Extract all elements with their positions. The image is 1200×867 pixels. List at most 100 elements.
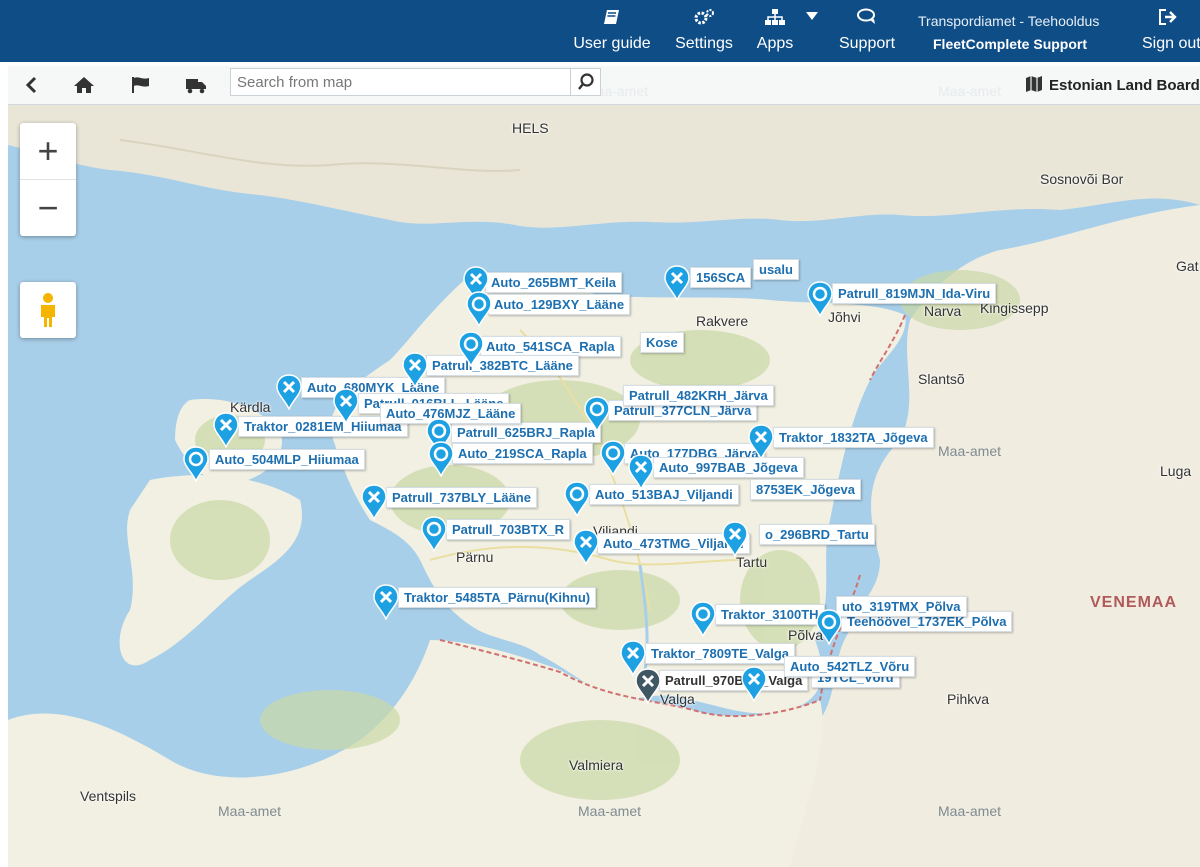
search-button[interactable] — [571, 68, 601, 96]
vehicle-marker-icon[interactable] — [664, 265, 690, 301]
vehicle-label[interactable]: Patrull_819MJN_Ida-Viru — [832, 283, 997, 304]
back-button[interactable] — [18, 72, 44, 98]
vehicle-label[interactable]: Traktor_7809TE_Valga — [645, 643, 796, 664]
nav-support-label: Support — [838, 35, 896, 52]
vehicle-marker-icon[interactable] — [276, 374, 302, 410]
vehicle-marker-icon[interactable] — [690, 601, 716, 637]
zoom-out-button[interactable]: − — [20, 179, 76, 236]
map-watermark: Maa-amet — [938, 443, 1002, 459]
vehicle-label[interactable]: Auto_513BAJ_Viljandi — [589, 484, 739, 505]
vehicle-marker-icon[interactable] — [584, 396, 610, 432]
nav-settings[interactable]: Settings — [668, 0, 740, 62]
country-label: VENEMAA — [1090, 594, 1178, 611]
vehicle-label[interactable]: Traktor_1832TA_Jõgeva — [773, 427, 934, 448]
vehicle-marker-icon[interactable] — [741, 666, 767, 702]
map-canvas[interactable]: HELS Sosnovõi Bor Gat Rakvere Jõhvi Narv… — [8, 66, 1200, 867]
vehicle-label[interactable]: Traktor_5485TA_Pärnu(Kihnu) — [398, 587, 597, 608]
map-watermark: Maa-amet — [938, 803, 1002, 819]
vehicle-label[interactable]: o_296BRD_Tartu — [759, 524, 875, 545]
vehicle-label[interactable]: Auto_265BMT_Keila — [485, 272, 622, 293]
vehicle-marker-icon[interactable] — [722, 521, 748, 557]
map-watermark: Maa-amet — [578, 803, 642, 819]
vehicle-marker-icon[interactable] — [816, 609, 842, 645]
vehicle-marker-icon[interactable] — [600, 440, 626, 476]
home-icon — [74, 77, 94, 93]
place-label: Ventspils — [80, 788, 137, 804]
vehicle-label[interactable]: Auto_219SCA_Rapla — [452, 443, 593, 464]
sign-out-icon — [1159, 9, 1177, 25]
map-layer-selector[interactable]: Estonian Land Board — [1025, 75, 1200, 94]
vehicle-marker-icon[interactable] — [573, 529, 599, 565]
map-icon — [1026, 76, 1042, 92]
vehicles-button[interactable] — [183, 72, 209, 98]
vehicle-marker-icon[interactable] — [635, 668, 661, 704]
vehicle-label[interactable]: Auto_542TLZ_Võru — [784, 656, 916, 677]
vehicle-marker-icon[interactable] — [807, 281, 833, 317]
vehicle-marker-icon[interactable] — [428, 441, 454, 477]
vehicle-marker-icon[interactable] — [373, 584, 399, 620]
map-search-input[interactable] — [230, 68, 571, 96]
vehicle-marker-icon[interactable] — [466, 291, 492, 327]
place-label: HELS — [512, 120, 549, 136]
vehicle-label[interactable]: usalu — [753, 259, 799, 280]
vehicle-label[interactable]: Traktor_3100TH — [715, 604, 825, 625]
vehicle-label[interactable]: Patrull_737BLY_Lääne — [386, 487, 537, 508]
vehicle-label[interactable]: Auto_541SCA_Rapla — [480, 336, 621, 357]
top-navigation-bar: User guide Settings Apps Support Transpo… — [0, 0, 1200, 62]
place-label: Pärnu — [456, 549, 494, 565]
vehicle-label[interactable]: Auto_997BAB_Jõgeva — [653, 457, 804, 478]
vehicle-label[interactable]: Patrull_382BTC_Lääne — [426, 355, 579, 376]
vehicle-marker-icon[interactable] — [333, 388, 359, 424]
chevron-left-icon — [25, 76, 37, 94]
vehicle-marker-icon[interactable] — [183, 446, 209, 482]
organization-name: Transpordiamet - Teehooldus — [918, 13, 1100, 29]
vehicle-label[interactable]: Patrull_482KRH_Järva — [623, 385, 774, 406]
vehicle-label[interactable]: 8753EK_Jõgeva — [750, 479, 862, 500]
street-view-button[interactable] — [20, 282, 76, 338]
vehicle-marker-icon[interactable] — [628, 454, 654, 490]
sitemap-icon — [765, 9, 785, 25]
place-label: Narva — [924, 303, 962, 319]
zoom-in-button[interactable]: + — [20, 123, 76, 179]
vehicle-marker-icon[interactable] — [458, 331, 484, 367]
flag-icon — [132, 77, 149, 93]
vehicle-label[interactable]: Patrull_703BTX_R — [446, 519, 570, 540]
vehicle-marker-icon[interactable] — [402, 352, 428, 388]
gears-icon — [694, 9, 714, 25]
place-label: Pihkva — [947, 691, 990, 707]
nav-user-guide[interactable]: User guide — [566, 0, 658, 62]
nav-settings-label: Settings — [675, 35, 733, 52]
vehicle-label[interactable]: Patrull_625BRJ_Rapla — [451, 422, 602, 443]
map-toolbar: Estonian Land Board — [8, 66, 1200, 105]
vehicle-label[interactable]: 156SCA — [690, 267, 752, 288]
pegman-icon — [41, 293, 55, 327]
nav-user-guide-label: User guide — [573, 35, 651, 52]
home-button[interactable] — [71, 72, 97, 98]
support-account-name[interactable]: FleetComplete Support — [933, 36, 1087, 52]
place-label: Valmiera — [569, 757, 624, 773]
place-label: Slantsõ — [918, 371, 965, 387]
vehicle-label[interactable]: uto_319TMX_Põlva — [836, 596, 967, 617]
chat-icon — [857, 8, 875, 24]
book-icon — [604, 10, 619, 24]
vehicle-marker-icon[interactable] — [564, 481, 590, 517]
nav-sign-out[interactable]: Sign out — [1138, 0, 1200, 62]
vehicle-label[interactable]: Auto_129BXY_Lääne — [488, 294, 631, 315]
vehicle-marker-icon[interactable] — [748, 424, 774, 460]
place-label: Sosnovõi Bor — [1040, 171, 1124, 187]
vehicle-label[interactable]: Auto_504MLP_Hiiumaa — [209, 449, 365, 470]
nav-support[interactable]: Support — [832, 0, 902, 62]
map-watermark: Maa-amet — [218, 803, 282, 819]
chevron-down-icon[interactable] — [806, 12, 818, 20]
truck-icon — [186, 79, 206, 94]
vehicle-marker-icon[interactable] — [421, 516, 447, 552]
vehicle-label[interactable]: Kose — [640, 332, 684, 353]
zoom-control: + − — [20, 123, 76, 236]
vehicle-marker-icon[interactable] — [213, 412, 239, 448]
vehicle-marker-icon[interactable] — [361, 484, 387, 520]
flag-button[interactable] — [128, 72, 154, 98]
nav-apps-label: Apps — [756, 35, 794, 52]
place-label: Rakvere — [696, 313, 749, 329]
nav-apps[interactable]: Apps — [748, 0, 802, 62]
place-label: Gat — [1176, 258, 1199, 274]
